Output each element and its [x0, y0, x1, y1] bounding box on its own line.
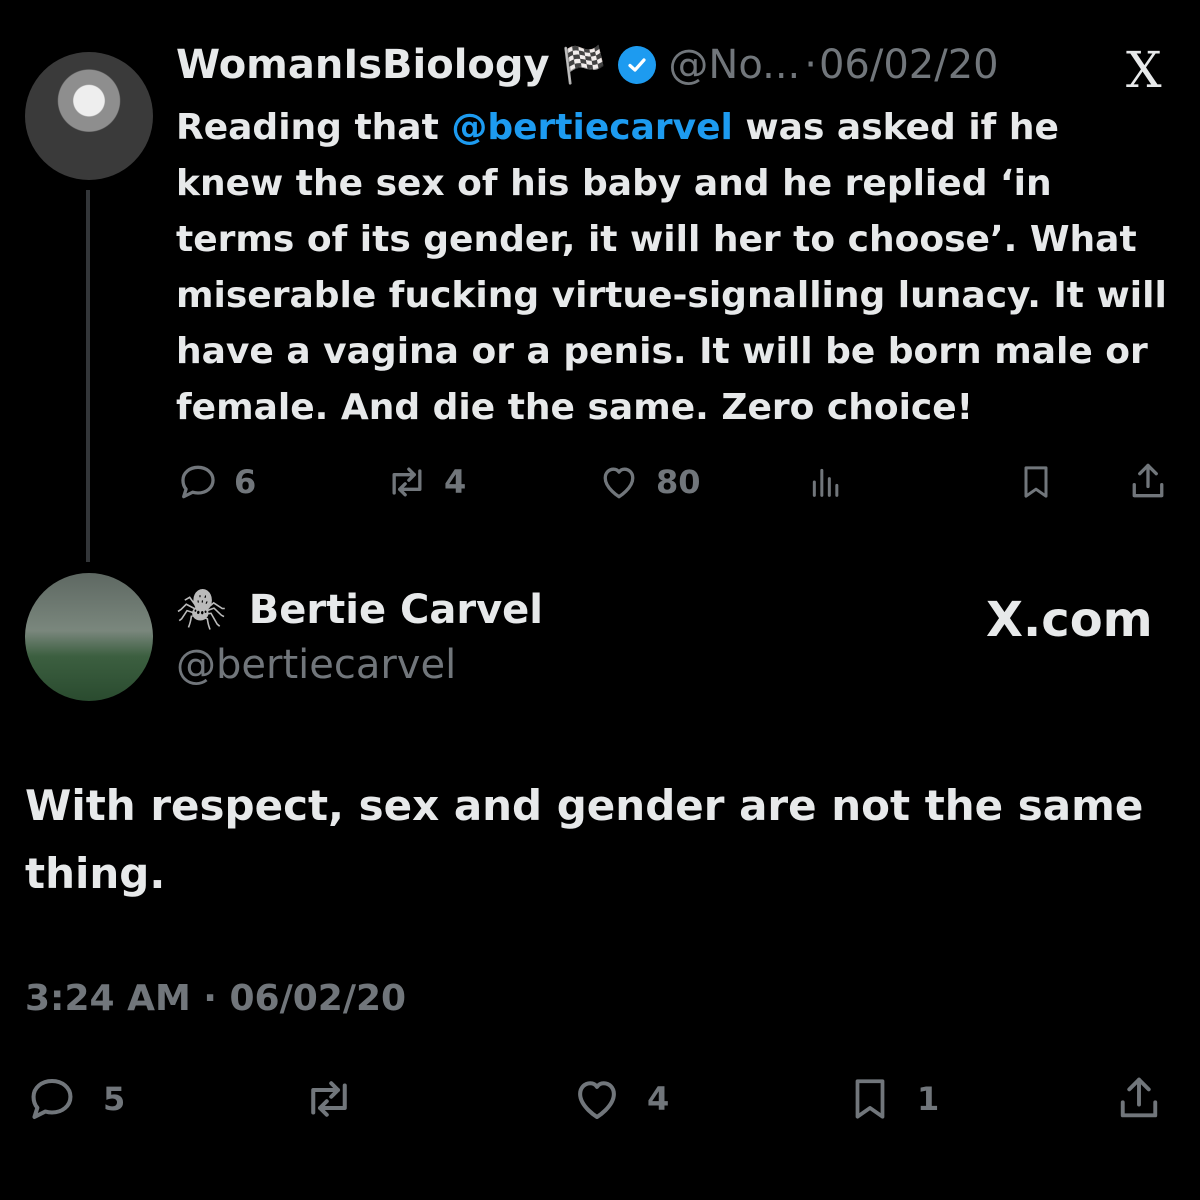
bookmark-icon: [855, 1079, 885, 1119]
reply-share-button[interactable]: [1113, 1070, 1165, 1130]
reply-like-button[interactable]: 4: [569, 1072, 669, 1126]
heart-icon: [578, 1081, 616, 1120]
bookmark-button[interactable]: [1016, 460, 1056, 508]
reply-author-handle[interactable]: @bertiecarvel: [176, 642, 456, 688]
reply-reply-count: 5: [103, 1080, 126, 1118]
x-com-source-label: X.com: [986, 592, 1153, 648]
dot-separator: ·: [804, 42, 817, 88]
author-name[interactable]: WomanIsBiology: [176, 42, 550, 88]
parent-tweet-header: WomanIsBiology 🏁 @No... · 06/02/20: [176, 42, 999, 88]
thread-connector-line: [86, 190, 90, 562]
checkered-flag-icon: 🏁: [561, 45, 607, 86]
reply-author-name[interactable]: Bertie Carvel: [249, 587, 543, 633]
x-logo-icon: X: [1126, 41, 1162, 99]
reply-bookmark-count: 1: [917, 1080, 940, 1118]
mention-link[interactable]: @bertiecarvel: [451, 107, 733, 148]
author-avatar[interactable]: [25, 52, 153, 180]
reply-button[interactable]: 6: [176, 460, 256, 504]
reply-bookmark-button[interactable]: 1: [845, 1072, 939, 1126]
tweet-text-rest: was asked if he knew the sex of his baby…: [176, 107, 1167, 428]
share-button[interactable]: [1126, 458, 1170, 508]
reply-tweet-actions: 5 4 1: [25, 1066, 1175, 1130]
reply-author-row: 🕷 Bertie Carvel: [176, 586, 543, 634]
reply-tweet-text: With respect, sex and gender are not the…: [25, 781, 1144, 898]
reply-like-count: 4: [647, 1080, 670, 1118]
reply-author-avatar[interactable]: [25, 573, 153, 701]
views-button[interactable]: [806, 462, 846, 506]
verified-badge-icon: [618, 46, 657, 84]
analytics-icon: [812, 468, 839, 497]
reply-icon: [181, 465, 215, 499]
reply-reply-button[interactable]: 5: [25, 1072, 125, 1126]
reply-timestamp[interactable]: 3:24 AM · 06/02/20: [25, 978, 406, 1019]
author-handle[interactable]: @No...: [668, 42, 800, 88]
like-count: 80: [656, 463, 701, 501]
reply-count: 6: [234, 463, 257, 501]
tweet-text-start: Reading that: [176, 107, 452, 148]
repost-icon: [392, 467, 422, 497]
repost-icon: [311, 1081, 347, 1117]
reply-icon: [31, 1078, 73, 1120]
share-icon: [1120, 1077, 1158, 1118]
reply-repost-button[interactable]: [301, 1072, 357, 1130]
share-icon: [1132, 463, 1164, 498]
repost-count: 4: [444, 463, 467, 501]
parent-tweet-actions: 6 4 80: [176, 454, 1176, 510]
spider-icon: 🕷: [176, 587, 227, 633]
tweet-date[interactable]: 06/02/20: [819, 42, 999, 88]
parent-tweet-text: Reading that @bertiecarvel was asked if …: [176, 100, 1176, 436]
bookmark-icon: [1024, 466, 1048, 498]
like-button[interactable]: 80: [596, 460, 701, 504]
heart-icon: [603, 467, 635, 499]
repost-button[interactable]: 4: [384, 460, 466, 504]
